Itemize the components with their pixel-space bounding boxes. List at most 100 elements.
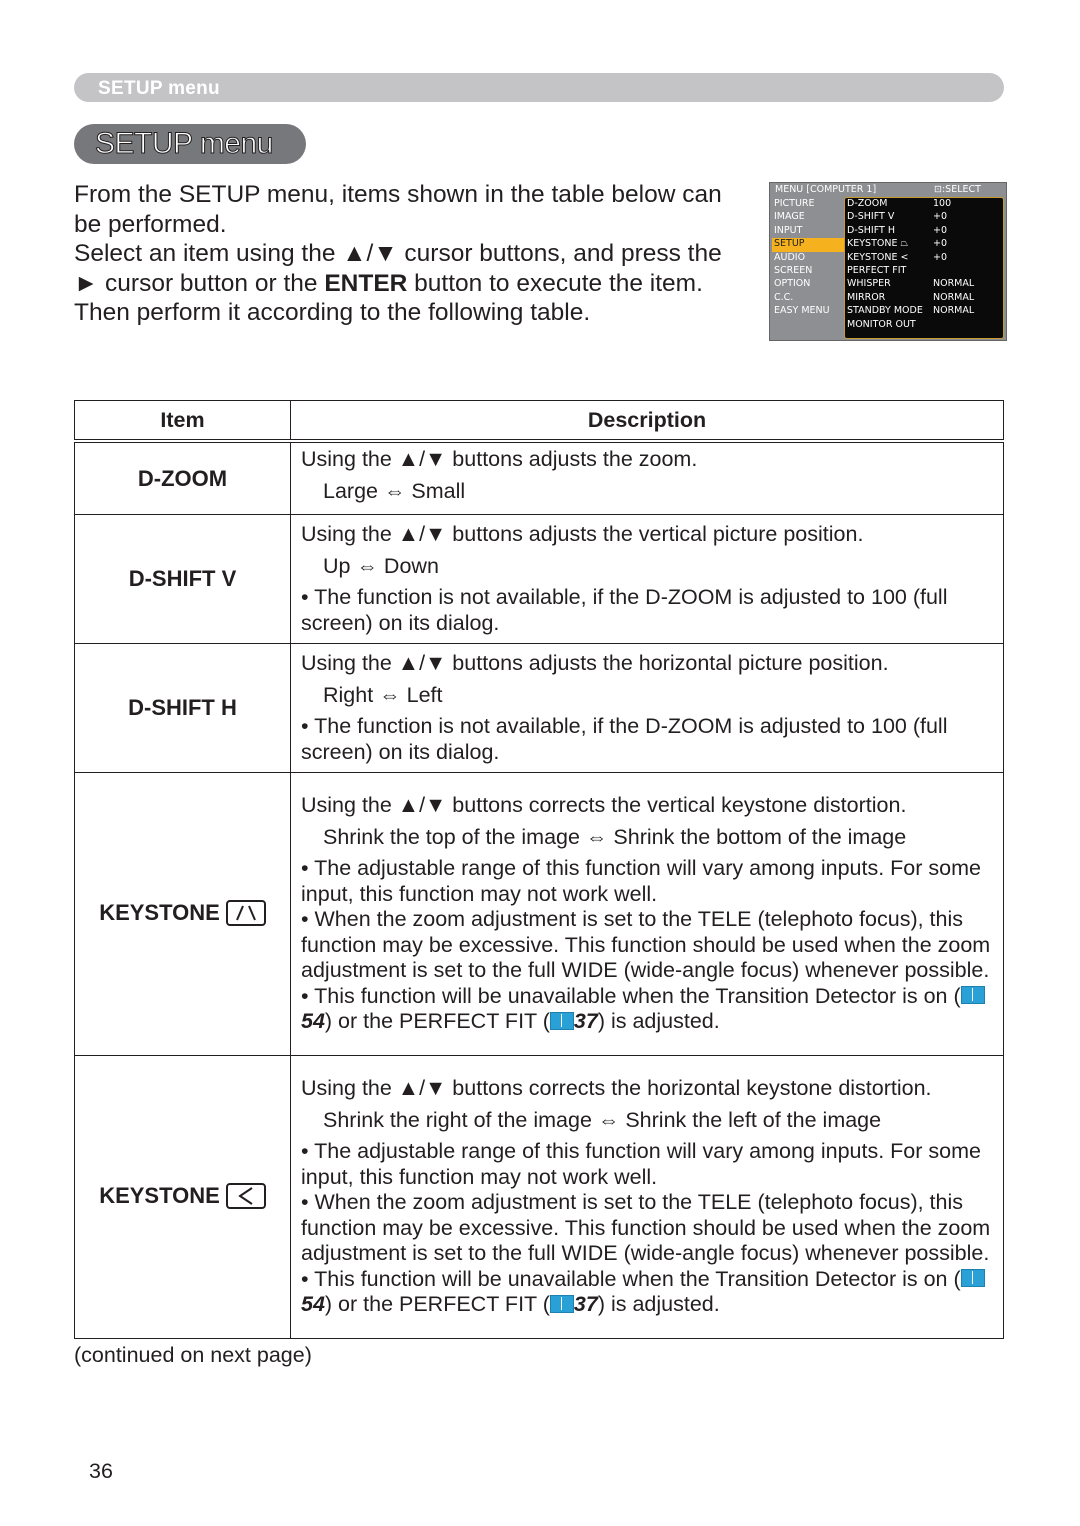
page-ref-link[interactable]: 54 (301, 1292, 325, 1316)
note-bullet: • This function will be unavailable when… (301, 1267, 995, 1318)
menu-item: KEYSTONE ⏢ +0 (845, 238, 1003, 251)
description-intro: Using the ▲/▼ buttons adjusts the zoom. (301, 447, 698, 471)
table-header-row: Item Description (74, 400, 1004, 443)
adjust-range: Up ⇔ Down (323, 553, 439, 578)
note-text: ) or the PERFECT FIT ( (324, 1009, 550, 1034)
item-cell: D-SHIFT H (74, 643, 291, 773)
menu-item-name: MONITOR OUT (847, 318, 916, 330)
description-intro: Using the ▲/▼ buttons corrects the horiz… (301, 1076, 932, 1101)
item-cell: D-ZOOM (74, 440, 291, 515)
description-cell: Using the ▲/▼ buttons adjusts the horizo… (290, 643, 1004, 773)
item-name: D-SHIFT V (128, 566, 237, 591)
intro-line-2: Select an item using the ▲/▼ cursor butt… (74, 239, 734, 328)
adjust-range: Large ⇔ Small (323, 478, 466, 503)
menu-item: KEYSTONE < +0 (845, 252, 1003, 265)
note-bullet: • When the zoom adjustment is set to the… (301, 1190, 991, 1266)
menu-item: PERFECT FIT (845, 265, 1003, 278)
menu-item-value: NORMAL (933, 305, 975, 317)
note-text: ) or the PERFECT FIT ( (324, 1292, 550, 1317)
adjust-range: Shrink the top of the image ⇔ Shrink the… (323, 824, 907, 849)
item-cell: KEYSTONE (74, 1055, 291, 1339)
adjust-range: Shrink the right of the image ⇔ Shrink t… (323, 1107, 882, 1132)
menu-item-name: MIRROR (847, 291, 886, 303)
menu-item-name: WHISPER (847, 278, 891, 290)
menu-item-name: STANDBY MODE (847, 305, 923, 317)
page-ref-link[interactable]: 37 (574, 1009, 598, 1033)
menu-item-value: +0 (933, 211, 948, 223)
note-text: ) is adjusted. (597, 1292, 720, 1317)
menu-item: MIRROR NORMAL (845, 292, 1003, 305)
select-hint: ⊡:SELECT (934, 184, 981, 195)
menu-category: EASY MENU (774, 305, 830, 317)
section-label: SETUP menu (98, 78, 220, 99)
item-name: KEYSTONE (99, 1183, 220, 1209)
header-description: Description (290, 400, 1004, 443)
book-icon (549, 1294, 574, 1313)
menu-item-name: KEYSTONE ⏢ (847, 238, 909, 250)
description-cell: Using the ▲/▼ buttons adjusts the zoom. L… (290, 440, 1004, 515)
menu-category: AUDIO (774, 251, 806, 263)
intro-text: From the SETUP menu, items shown in the … (74, 180, 734, 328)
table-row: D-SHIFT H Using the ▲/▼ buttons adjusts t… (74, 643, 1004, 773)
description-intro: Using the ▲/▼ buttons corrects the verti… (301, 793, 907, 818)
menu-item-list: D-ZOOM 100 D-SHIFT V +0 D-SHIFT H +0 KEYSTONE … (844, 197, 1004, 339)
menu-category: INPUT (774, 224, 803, 236)
page-number: 36 (89, 1459, 113, 1483)
menu-item-name: D-SHIFT V (847, 211, 895, 223)
description-cell: Using the ▲/▼ buttons adjusts the vertic… (290, 514, 1004, 644)
menu-screenshot-header: MENU [COMPUTER 1] ⊡:SELECT (772, 184, 1002, 196)
description-intro: Using the ▲/▼ buttons adjusts the horizo… (301, 651, 889, 675)
item-cell: D-SHIFT V (74, 514, 291, 644)
menu-item: MONITOR OUT (845, 319, 1003, 332)
setup-table: Item Description D-ZOOM Using the ▲/▼ but… (74, 400, 1004, 1339)
note-bullet: • The function is not available, if the … (301, 714, 948, 764)
menu-item-name: KEYSTONE < (847, 251, 909, 263)
item-name: D-SHIFT H (128, 695, 237, 720)
description-cell: Using the ▲/▼ buttons corrects the verti… (290, 772, 1004, 1056)
book-icon (960, 986, 985, 1005)
enter-label: ENTER (324, 269, 408, 297)
menu-category-list: PICTURE IMAGE INPUT SETUP AUDIO SCREEN OPTION C… (772, 198, 844, 319)
menu-category: C.C. (774, 291, 794, 303)
menu-item-value: NORMAL (933, 291, 975, 303)
horizontal-keystone-icon (225, 1182, 266, 1209)
table-row: D-ZOOM Using the ▲/▼ buttons adjusts the … (74, 440, 1004, 515)
menu-item-name: D-ZOOM (847, 198, 888, 209)
menu-category: SETUP (772, 238, 844, 252)
adjust-range: Right ⇔ Left (323, 682, 443, 707)
section-header-bar: SETUP menu (74, 73, 1004, 102)
page-title-text: SETUP menu (95, 127, 274, 161)
menu-item-value: 100 (933, 198, 952, 209)
note-text: ) is adjusted. (597, 1009, 720, 1034)
note-bullet: • The function is not available, if the … (301, 585, 948, 635)
note-text: • This function will be unavailable when… (301, 1266, 961, 1291)
menu-category: SCREEN (774, 264, 813, 276)
book-icon (549, 1011, 574, 1030)
description-cell: Using the ▲/▼ buttons corrects the horiz… (290, 1055, 1004, 1339)
menu-category: IMAGE (774, 211, 805, 223)
menu-item: D-ZOOM 100 (845, 198, 1003, 211)
menu-category: PICTURE (774, 198, 815, 209)
table-row: KEYSTONE Using the ▲/▼ buttons corrects t… (74, 772, 1004, 1056)
header-item: Item (74, 400, 291, 443)
menu-item-value: NORMAL (933, 278, 975, 290)
page-ref-link[interactable]: 37 (574, 1292, 598, 1316)
note-bullet: • The adjustable range of this function … (301, 856, 981, 906)
menu-item-value: +0 (933, 224, 948, 236)
menu-category: OPTION (774, 278, 811, 290)
item-name: D-ZOOM (137, 465, 228, 491)
note-text: • This function will be unavailable when… (301, 983, 961, 1008)
menu-item: WHISPER NORMAL (845, 278, 1003, 291)
page-ref-link[interactable]: 54 (301, 1009, 325, 1033)
page-title: SETUP menu (74, 124, 306, 164)
note-bullet: • When the zoom adjustment is set to the… (301, 907, 991, 983)
menu-item-name: D-SHIFT H (847, 224, 895, 236)
menu-item: D-SHIFT V +0 (845, 211, 1003, 224)
menu-item: D-SHIFT H +0 (845, 225, 1003, 238)
menu-item-value: +0 (933, 251, 948, 263)
book-icon (960, 1269, 985, 1288)
menu-item-name: PERFECT FIT (847, 264, 907, 276)
menu-screenshot: MENU [COMPUTER 1] ⊡:SELECT PICTURE IMAGE I… (769, 182, 1007, 341)
table-row: KEYSTONE Using the ▲/▼ buttons corrects t… (74, 1055, 1004, 1339)
item-name: KEYSTONE (99, 900, 220, 926)
